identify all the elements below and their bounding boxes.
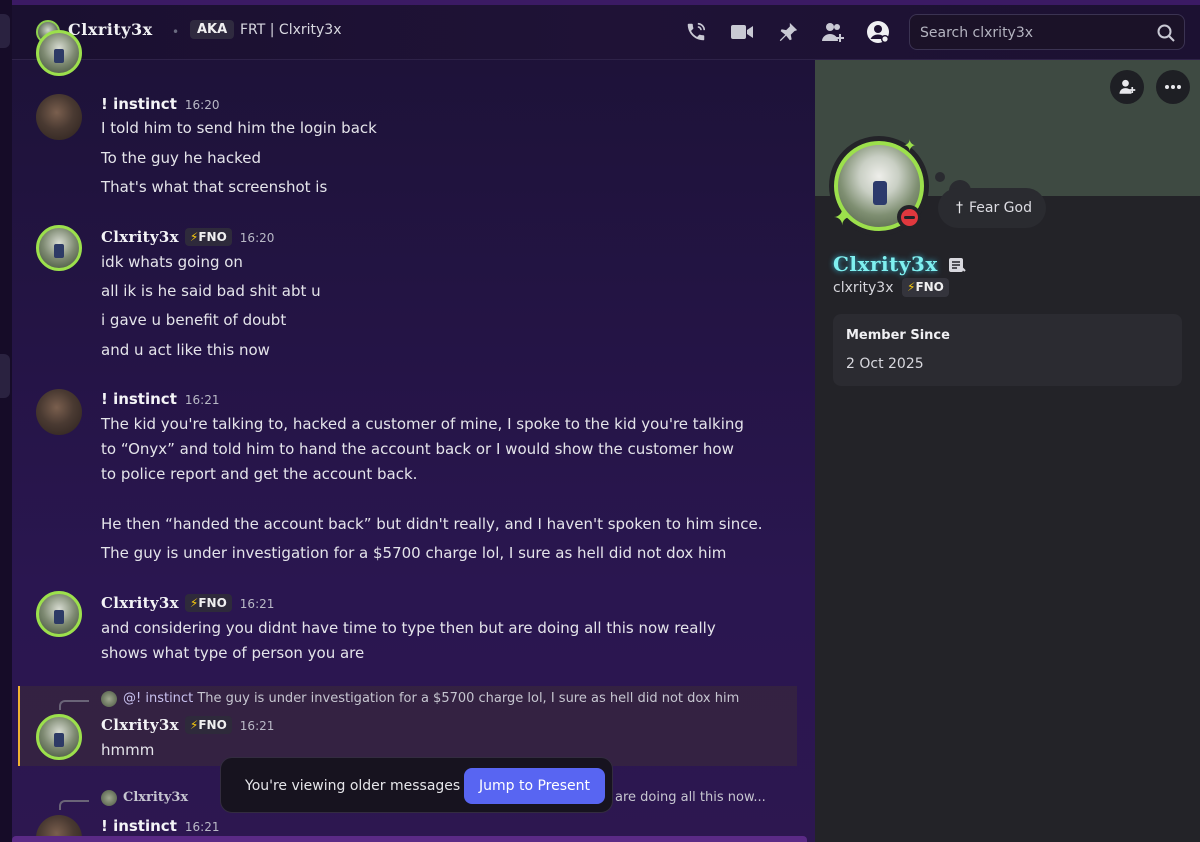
message-author[interactable]: Clxrity3x ⚡FNO 16:20 xyxy=(101,228,274,246)
search-box[interactable] xyxy=(909,14,1185,50)
reply-avatar[interactable] xyxy=(101,691,117,707)
message-line: I told him to send him the login back xyxy=(101,119,377,137)
message-timestamp: 16:21 xyxy=(184,393,220,407)
author-name[interactable]: ! instinct xyxy=(101,95,177,113)
message-line: and considering you didnt have time to t… xyxy=(101,619,716,637)
video-icon[interactable] xyxy=(730,20,754,44)
author-name[interactable]: Clxrity3x xyxy=(101,594,179,612)
server-tag-badge[interactable]: ⚡FNO xyxy=(184,594,232,612)
message-line: To the guy he hacked xyxy=(101,149,261,167)
author-name[interactable]: ! instinct xyxy=(101,817,177,835)
older-messages-bar: You're viewing older messages Jump to Pr… xyxy=(220,757,613,813)
sparkle-icon: ✦ xyxy=(903,136,917,155)
message-line: shows what type of person you are xyxy=(101,644,365,662)
reply-avatar[interactable] xyxy=(101,790,117,806)
message-author[interactable]: Clxrity3x ⚡FNO 16:21 xyxy=(101,716,274,734)
message-timestamp: 16:20 xyxy=(184,98,220,112)
reply-connector xyxy=(59,800,89,810)
author-name[interactable]: ! instinct xyxy=(101,390,177,408)
user-profile-icon[interactable] xyxy=(866,20,890,44)
message-line: to police report and get the account bac… xyxy=(101,465,418,483)
message-line: to “Onyx” and told him to hand the accou… xyxy=(101,440,734,458)
member-since-title: Member Since xyxy=(846,328,950,343)
server-tag-badge[interactable]: ⚡FNO xyxy=(184,716,232,734)
avatar[interactable] xyxy=(36,225,82,271)
message-author[interactable]: ! instinct 16:20 xyxy=(101,95,219,113)
reply-preview-text[interactable]: The guy is under investigation for a $57… xyxy=(197,691,739,706)
message-group: Clxrity3x ⚡FNO 16:21 and considering you d… xyxy=(12,591,797,666)
message-group: @! instinct The guy is under investigati… xyxy=(12,688,797,766)
server-sidebar-edge xyxy=(0,0,12,842)
message-line: That's what that screenshot is xyxy=(101,178,328,196)
message-line: The guy is under investigation for a $57… xyxy=(101,544,727,562)
more-options-button[interactable] xyxy=(1156,70,1190,104)
message-timestamp: 16:21 xyxy=(239,719,275,733)
profile-username: clxrity3x xyxy=(833,280,894,296)
message-line: idk whats going on xyxy=(101,253,243,271)
profile-display-name: Clxrity3x xyxy=(833,252,938,276)
user-profile-panel: ✦ ✦ † Fear God Clxrity3x clxrity3x ⚡FNO … xyxy=(815,60,1200,842)
message-timestamp: 16:20 xyxy=(239,231,275,245)
dnd-status-icon xyxy=(897,205,921,229)
search-icon[interactable] xyxy=(1157,24,1175,46)
avatar[interactable] xyxy=(36,94,82,140)
jump-to-present-button[interactable]: Jump to Present xyxy=(464,768,605,804)
custom-status[interactable]: † Fear God xyxy=(938,188,1046,228)
message-line: The kid you're talking to, hacked a cust… xyxy=(101,415,744,433)
reply-mention[interactable]: Clxrity3x xyxy=(123,790,188,805)
message-author[interactable]: ! instinct 16:21 xyxy=(101,817,219,835)
ellipsis-icon xyxy=(1165,85,1181,89)
channel-header: Clxrity3x • AKA FRT | Clxrity3x xyxy=(12,0,1200,60)
add-friend-icon xyxy=(1119,79,1136,94)
message-group: ! instinct 16:20 I told him to send him t… xyxy=(12,90,797,200)
member-since-card: Member Since 2 Oct 2025 xyxy=(833,314,1182,386)
message-timestamp: 16:21 xyxy=(239,597,275,611)
reply-mention[interactable]: @! instinct xyxy=(123,691,193,706)
message-line: all ik is he said bad shit abt u xyxy=(101,282,321,300)
message-author[interactable]: Clxrity3x ⚡FNO 16:21 xyxy=(101,594,274,612)
message-line: and u act like this now xyxy=(101,341,270,359)
author-name[interactable]: Clxrity3x xyxy=(101,228,179,246)
cross-icon: † xyxy=(956,200,963,216)
message-line: i gave u benefit of doubt xyxy=(101,311,287,329)
reply-preview-text[interactable]: are doing all this now... xyxy=(615,790,766,805)
note-icon[interactable] xyxy=(948,257,966,277)
message-group: ! instinct 16:21 The kid you're talking t… xyxy=(12,387,797,567)
reply-preview[interactable]: @! instinct The guy is under investigati… xyxy=(123,691,739,706)
author-name[interactable]: Clxrity3x xyxy=(101,716,179,734)
message-line: He then “handed the account back” but di… xyxy=(101,515,763,533)
status-bubble-dot xyxy=(935,172,945,182)
search-input[interactable] xyxy=(920,23,1150,43)
server-tag-badge[interactable]: ⚡FNO xyxy=(902,278,949,297)
aka-text: FRT | Clxrity3x xyxy=(240,22,342,38)
add-friend-button[interactable] xyxy=(1110,70,1144,104)
pin-icon[interactable] xyxy=(776,20,800,44)
avatar[interactable] xyxy=(36,714,82,760)
header-separator: • xyxy=(172,25,180,39)
avatar[interactable] xyxy=(36,591,82,637)
message-group: Clxrity3x ⚡FNO 16:20 idk whats going on al… xyxy=(12,225,797,360)
member-since-date: 2 Oct 2025 xyxy=(846,356,924,372)
aka-tag: AKA xyxy=(190,20,235,39)
message-timestamp: 16:21 xyxy=(184,820,220,834)
add-friend-icon[interactable] xyxy=(821,20,845,44)
message-line: hmmm xyxy=(101,741,155,759)
phone-call-icon[interactable] xyxy=(684,20,708,44)
older-messages-label: You're viewing older messages xyxy=(245,778,461,794)
message-author[interactable]: ! instinct 16:21 xyxy=(101,390,219,408)
reply-connector xyxy=(59,700,89,710)
server-tag-badge[interactable]: ⚡FNO xyxy=(184,228,232,246)
composer-edge xyxy=(12,836,807,842)
sparkle-icon: ✦ xyxy=(833,206,852,231)
avatar[interactable] xyxy=(36,389,82,435)
avatar[interactable] xyxy=(36,30,82,76)
channel-name[interactable]: Clxrity3x xyxy=(68,20,153,39)
custom-status-text: Fear God xyxy=(969,200,1032,216)
